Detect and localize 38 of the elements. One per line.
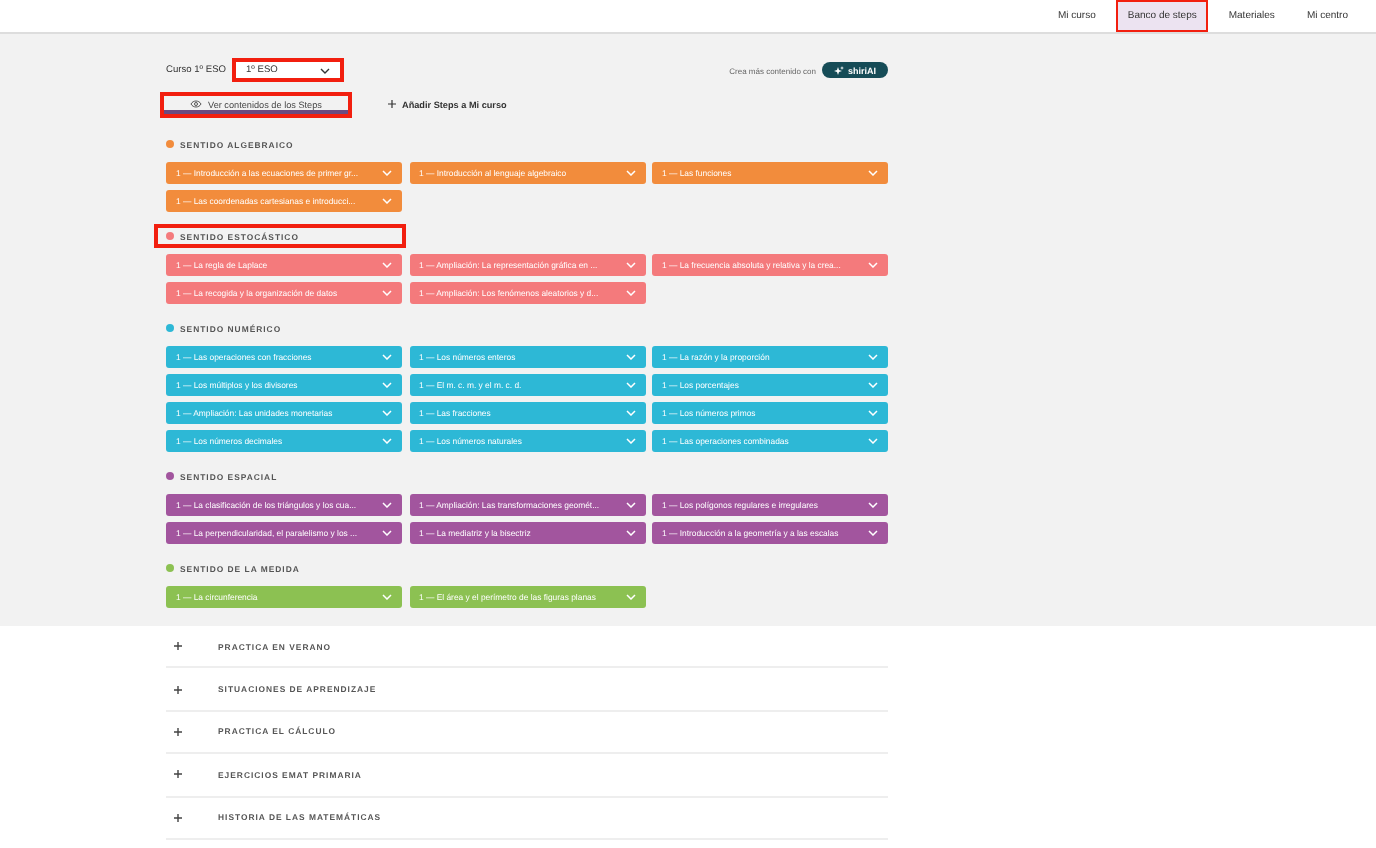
plus-icon: [174, 813, 182, 822]
plus-icon: [174, 685, 182, 694]
plus-icon: [174, 770, 182, 779]
chevron-down-icon: [625, 262, 635, 268]
plus-icon: [174, 727, 182, 736]
chevron-down-icon: [382, 438, 392, 444]
plus-icon: [174, 642, 182, 651]
chevron-down-icon: [868, 438, 878, 444]
sparkle-icon: [833, 65, 844, 75]
chevron-down-icon: [868, 382, 878, 388]
chevron-down-icon: [625, 354, 635, 360]
chevron-down-icon: [868, 530, 878, 536]
chevron-down-icon: [382, 262, 392, 268]
chevron-down-icon: [382, 530, 392, 536]
eye-icon: [190, 100, 203, 108]
chevron-down-icon: [868, 170, 878, 176]
chevron-down-icon: [625, 382, 635, 388]
chevron-down-icon: [868, 354, 878, 360]
chevron-down-icon: [382, 170, 392, 176]
chevron-down-icon: [625, 410, 635, 416]
chevron-down-icon: [625, 438, 635, 444]
plus-icon: [388, 100, 396, 108]
chevron-down-icon: [382, 594, 392, 600]
chevron-down-icon: [382, 502, 392, 508]
chevron-down-icon: [382, 198, 392, 204]
chevron-down-icon: [625, 170, 635, 176]
chevron-down-icon: [868, 502, 878, 508]
chevron-down-icon: [625, 530, 635, 536]
chevron-down-icon: [868, 410, 878, 416]
chevron-down-icon: [382, 290, 392, 296]
chevron-down-icon: [382, 382, 392, 388]
chevron-down-icon: [625, 502, 635, 508]
chevron-down-icon: [382, 354, 392, 360]
chevron-down-icon: [868, 262, 878, 268]
chevron-down-icon: [320, 67, 331, 73]
chevron-down-icon: [625, 594, 635, 600]
chevron-down-icon: [382, 410, 392, 416]
chevron-down-icon: [625, 290, 635, 296]
